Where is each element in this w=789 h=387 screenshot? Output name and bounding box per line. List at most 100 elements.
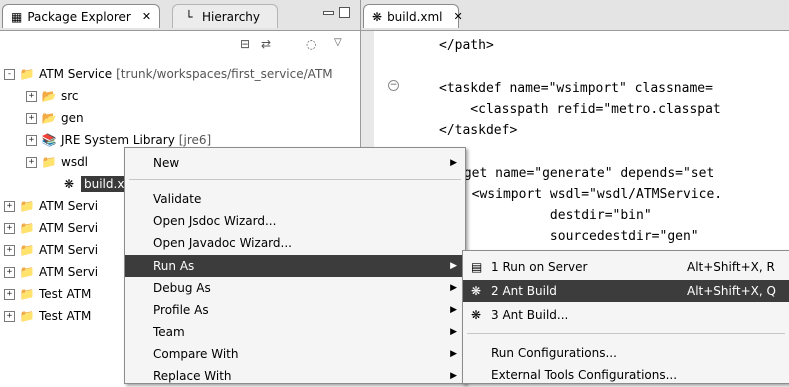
expand-toggle-icon[interactable]: +	[4, 222, 15, 234]
menu-item-validate[interactable]: Validate	[125, 188, 465, 210]
ant-file-icon: ❋	[63, 177, 75, 191]
ant-icon: ❋	[471, 308, 482, 322]
server-icon: ▤	[471, 260, 483, 274]
focus-icon[interactable]: ◌	[306, 37, 316, 51]
menu-item-external-tools-configurations[interactable]: External Tools Configurations...	[463, 364, 789, 386]
folder-icon: 📁	[41, 155, 57, 169]
menu-item-ant-build-dialog[interactable]: ❋ 3 Ant Build...	[463, 304, 789, 326]
menu-item-label: 3 Ant Build...	[491, 308, 569, 322]
link-with-editor-icon[interactable]: ⇄	[261, 37, 271, 51]
source-folder-icon: 📂	[41, 111, 57, 125]
menu-item-label: Debug As	[153, 281, 211, 295]
view-menu-icon[interactable]: ▽	[334, 37, 342, 48]
menu-item-label: Run Configurations...	[491, 346, 617, 360]
project-icon: 📁	[19, 287, 35, 301]
submenu-arrow-icon: ▶	[450, 371, 457, 381]
project-icon: 📁	[19, 265, 35, 279]
tab-package-explorer[interactable]: ▦ Package Explorer ✕	[2, 4, 160, 28]
tree-item-project[interactable]: + 📁 ATM Servi	[4, 196, 98, 216]
maximize-icon[interactable]	[339, 7, 350, 18]
run-as-submenu: ▤ 1 Run on Server Alt+Shift+X, R ❋ 2 Ant…	[462, 250, 789, 384]
tree-item-decoration: [trunk/workspaces/first_service/ATM	[116, 67, 333, 81]
menu-item-accelerator: Alt+Shift+X, R	[687, 260, 775, 274]
tree-item-build-xml[interactable]: ❋ build.x	[40, 174, 128, 194]
expand-toggle-icon[interactable]: +	[4, 288, 15, 300]
tree-item-project[interactable]: + 📁 ATM Servi	[4, 218, 98, 238]
collapse-all-icon[interactable]: ⊟	[240, 37, 250, 51]
menu-item-ant-build[interactable]: ❋ 2 Ant Build Alt+Shift+X, Q	[463, 280, 789, 302]
menu-item-label: External Tools Configurations...	[491, 368, 678, 382]
tab-hierarchy-label: Hierarchy	[202, 9, 261, 24]
expand-toggle-icon[interactable]: +	[4, 266, 15, 278]
menu-item-label: Run As	[153, 259, 195, 273]
menu-item-run-on-server[interactable]: ▤ 1 Run on Server Alt+Shift+X, R	[463, 256, 789, 278]
code-line: sourcedestdir="gen"	[456, 229, 699, 244]
ant-icon: ❋	[471, 284, 482, 298]
expand-toggle-icon[interactable]: +	[4, 310, 15, 322]
menu-item-label: Open Jsdoc Wizard...	[153, 214, 277, 228]
menu-item-team[interactable]: Team ▶	[125, 321, 465, 343]
minimize-icon[interactable]	[323, 11, 334, 15]
menu-item-label: 2 Ant Build	[491, 284, 557, 298]
menu-item-label: Team	[153, 325, 185, 339]
expand-toggle-icon[interactable]: +	[26, 112, 37, 124]
submenu-arrow-icon: ▶	[450, 261, 457, 271]
submenu-arrow-icon: ▶	[450, 305, 457, 315]
tree-item-project[interactable]: + 📁 Test ATM	[4, 306, 91, 326]
menu-item-new[interactable]: New ▶	[125, 152, 465, 174]
menu-item-replace-with[interactable]: Replace With ▶	[125, 365, 465, 387]
tree-item-atm-service[interactable]: - 📁 ATM Service [trunk/workspaces/first_…	[4, 64, 333, 84]
tree-item-label: gen	[61, 111, 84, 125]
tab-build-xml-label: build.xml	[387, 9, 443, 24]
code-line: destdir="bin"	[456, 208, 652, 223]
tree-item-label: wsdl	[61, 155, 89, 169]
expand-toggle-icon[interactable]: +	[26, 90, 37, 102]
ant-file-icon: ❋	[372, 9, 383, 24]
tree-item-gen[interactable]: + 📂 gen	[26, 108, 84, 128]
menu-item-label: Profile As	[153, 303, 209, 317]
editor-tab-bar: ❋ build.xml ✕	[361, 0, 789, 31]
expand-toggle-icon[interactable]: +	[26, 134, 37, 146]
tree-item-src[interactable]: + 📂 src	[26, 86, 79, 106]
tab-build-xml[interactable]: ❋ build.xml ✕	[363, 4, 463, 28]
hierarchy-icon: └	[185, 9, 193, 24]
tree-item-label: ATM Servi	[39, 265, 99, 279]
tree-item-project[interactable]: + 📁 ATM Servi	[4, 262, 98, 282]
collapse-toggle-icon[interactable]: -	[4, 68, 15, 80]
menu-item-label: 1 Run on Server	[491, 260, 588, 274]
menu-item-label: Compare With	[153, 347, 239, 361]
close-icon[interactable]: ✕	[454, 10, 463, 23]
menu-item-label: Replace With	[153, 369, 232, 383]
submenu-arrow-icon: ▶	[450, 158, 457, 168]
menu-item-debug-as[interactable]: Debug As ▶	[125, 277, 465, 299]
package-explorer-icon: ▦	[11, 9, 23, 24]
tree-item-project[interactable]: + 📁 ATM Servi	[4, 240, 98, 260]
tree-item-project[interactable]: + 📁 Test ATM	[4, 284, 91, 304]
menu-item-open-javadoc-wizard[interactable]: Open Javadoc Wizard...	[125, 232, 465, 254]
submenu-arrow-icon: ▶	[450, 349, 457, 359]
menu-item-run-configurations[interactable]: Run Configurations...	[463, 342, 789, 364]
left-tab-bar: ▦ Package Explorer ✕ └ Hierarchy	[0, 0, 360, 31]
code-line: </path>	[439, 38, 494, 53]
tab-hierarchy[interactable]: └ Hierarchy	[172, 4, 278, 28]
submenu-arrow-icon: ▶	[450, 327, 457, 337]
menu-item-run-as[interactable]: Run As ▶	[125, 255, 465, 277]
close-icon[interactable]: ✕	[142, 10, 151, 23]
menu-item-compare-with[interactable]: Compare With ▶	[125, 343, 465, 365]
expand-toggle-icon[interactable]: +	[4, 200, 15, 212]
code-line: </taskdef>	[439, 123, 518, 138]
tree-item-label: ATM Servi	[39, 199, 99, 213]
menu-item-profile-as[interactable]: Profile As ▶	[125, 299, 465, 321]
menu-item-open-jsdoc-wizard[interactable]: Open Jsdoc Wizard...	[125, 210, 465, 232]
code-line: <wsimport wsdl="wsdl/ATMService.	[456, 187, 723, 202]
fold-toggle-icon[interactable]: −	[388, 80, 399, 91]
expand-toggle-icon[interactable]: +	[26, 156, 37, 168]
menu-separator	[467, 333, 785, 334]
tree-item-label: ATM Servi	[39, 221, 99, 235]
expand-toggle-icon[interactable]: +	[4, 244, 15, 256]
tree-item-wsdl[interactable]: + 📁 wsdl	[26, 152, 88, 172]
tree-item-decoration: [jre6]	[178, 133, 212, 147]
code-line: rget name="generate" depends="set	[456, 166, 715, 181]
tree-item-label: Test ATM	[39, 309, 92, 323]
tree-item-label: src	[61, 89, 79, 103]
